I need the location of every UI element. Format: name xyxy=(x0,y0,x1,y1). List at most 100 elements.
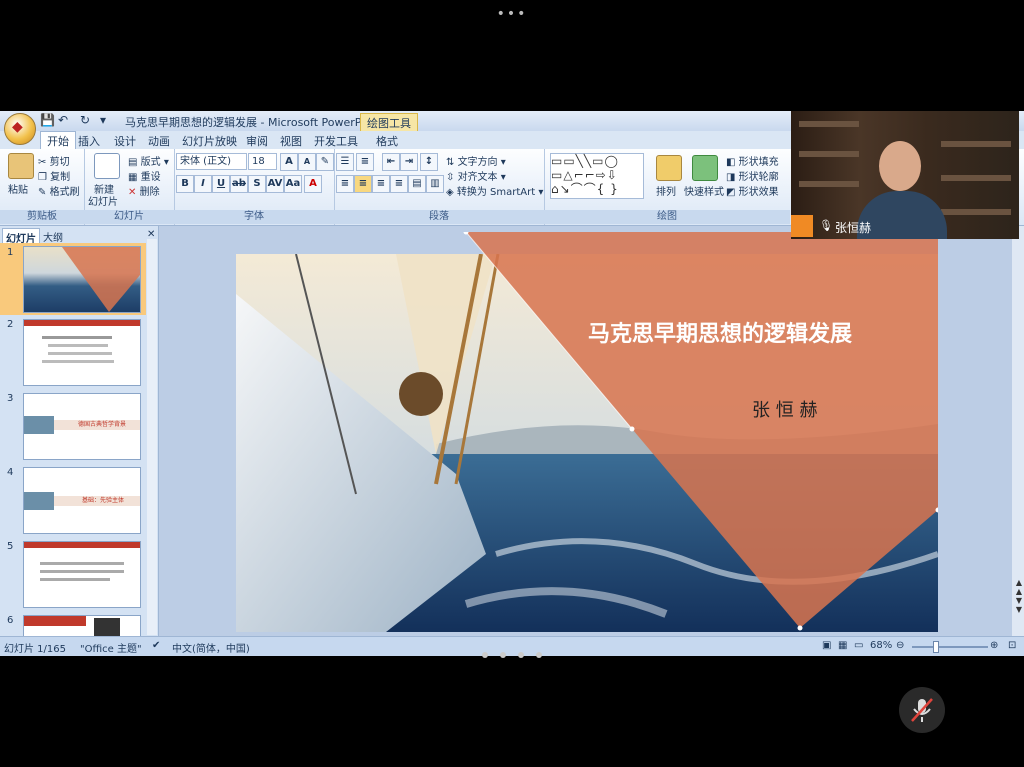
new-slide-icon[interactable] xyxy=(94,153,120,179)
thumb2-line xyxy=(48,352,112,355)
paragraph-group-label: 段落 xyxy=(334,210,544,224)
copy-icon: ❐ xyxy=(38,172,47,183)
shape-outline-label: 形状轮廓 xyxy=(738,172,779,183)
slide-thumbnail-4[interactable]: 基础：先验主体 xyxy=(23,467,141,534)
tab-format[interactable]: 格式 xyxy=(376,133,398,149)
change-case-icon[interactable]: Aa xyxy=(284,175,302,193)
slide-title[interactable]: 马克思早期思想的逻辑发展 xyxy=(588,316,852,348)
decrease-indent-icon[interactable]: ⇤ xyxy=(382,153,400,171)
tab-design[interactable]: 设计 xyxy=(114,133,136,149)
thumb5-line xyxy=(40,562,124,565)
reset-label: 重设 xyxy=(140,172,161,183)
align-text-button[interactable]: ⇳ 对齐文本 ▾ xyxy=(446,168,506,183)
new-slide-button-line2[interactable]: 幻灯片 xyxy=(88,193,118,208)
smartart-button[interactable]: ◈ 转换为 SmartArt ▾ xyxy=(446,183,543,198)
redo-icon[interactable]: ↻ xyxy=(80,113,90,127)
font-size-select[interactable]: 18 xyxy=(248,153,277,170)
slide-thumbnail-2[interactable] xyxy=(23,319,141,386)
save-icon[interactable]: 💾 xyxy=(40,113,55,127)
more-options-dots[interactable]: ••• xyxy=(0,6,1024,22)
slide-author[interactable]: 张 恒 赫 xyxy=(752,396,817,422)
avatar-icon xyxy=(791,215,813,237)
tab-insert[interactable]: 插入 xyxy=(78,133,100,149)
slide-thumbnail-5[interactable] xyxy=(23,541,141,608)
quick-styles-icon[interactable] xyxy=(692,155,718,181)
prev-next-slide-icon[interactable]: ▲ ▲ ▼ ▼ xyxy=(1016,578,1022,614)
font-name-select[interactable]: 宋体 (正文) xyxy=(176,153,247,170)
office-button[interactable]: ◆ xyxy=(4,113,36,145)
shape-fill-button[interactable]: ◧ 形状填充 xyxy=(726,153,779,168)
slides-panel: 幻灯片 大纲 ✕ 1 2 3 德国古典哲学背景 4 基础：先验主体 5 6 xyxy=(0,226,159,637)
italic-icon[interactable]: I xyxy=(194,175,212,193)
panel-scrollbar[interactable] xyxy=(147,239,157,635)
bullets-icon[interactable]: ☰ xyxy=(336,153,354,171)
tab-animation[interactable]: 动画 xyxy=(148,133,170,149)
thumb1-triangle xyxy=(62,247,140,312)
selection-handle[interactable] xyxy=(797,625,803,631)
grow-font-icon[interactable]: A xyxy=(280,153,298,171)
slides-group: 新建 幻灯片 ▤ 版式 ▾ ▦ 重设 ✕ 删除 幻灯片 xyxy=(84,149,175,225)
shelf xyxy=(941,175,1011,181)
cut-button[interactable]: ✂ 剪切 xyxy=(38,153,70,168)
arrange-icon[interactable] xyxy=(656,155,682,181)
page-dot[interactable] xyxy=(536,652,542,658)
paste-button[interactable]: 粘贴 xyxy=(8,181,28,196)
clear-format-icon[interactable]: ✎ xyxy=(316,153,334,171)
vertical-scrollbar[interactable] xyxy=(1012,226,1024,636)
shadow-icon[interactable]: S xyxy=(248,175,266,193)
font-group: 宋体 (正文) 18 A A ✎ B I U ab S AV Aa A 字体 xyxy=(174,149,335,225)
line-spacing-icon[interactable]: ↕ xyxy=(420,153,438,171)
arrange-button[interactable]: 排列 xyxy=(656,183,676,198)
reset-button[interactable]: ▦ 重设 xyxy=(128,168,161,183)
slide-thumbnail-1[interactable] xyxy=(23,246,141,313)
justify-icon[interactable]: ≡ xyxy=(390,175,408,193)
shelf xyxy=(799,151,859,157)
layout-button[interactable]: ▤ 版式 ▾ xyxy=(128,153,169,168)
delete-slide-button[interactable]: ✕ 删除 xyxy=(128,183,160,198)
mic-muted-icon xyxy=(911,698,933,722)
shape-outline-button[interactable]: ◨ 形状轮廓 xyxy=(726,168,779,183)
shrink-font-icon[interactable]: A xyxy=(298,153,316,171)
shelf xyxy=(941,141,1011,147)
slide-thumbnail-3[interactable]: 德国古典哲学背景 xyxy=(23,393,141,460)
page-dot[interactable] xyxy=(500,652,506,658)
thumb2-line xyxy=(42,336,112,339)
customize-qat-icon[interactable]: ▾ xyxy=(100,113,106,127)
align-center-icon[interactable]: ≡ xyxy=(354,175,372,193)
person-face xyxy=(879,141,921,191)
font-color-icon[interactable]: A xyxy=(304,175,322,193)
tab-view[interactable]: 视图 xyxy=(280,133,302,149)
format-painter-button[interactable]: ✎ 格式刷 xyxy=(38,183,80,198)
page-dot[interactable] xyxy=(482,652,488,658)
mute-button[interactable] xyxy=(899,687,945,733)
bold-icon[interactable]: B xyxy=(176,175,194,193)
strikethrough-icon[interactable]: ab xyxy=(230,175,248,193)
quick-styles-button[interactable]: 快速样式 xyxy=(684,183,724,198)
numbering-icon[interactable]: ≡ xyxy=(356,153,374,171)
page-dot[interactable] xyxy=(518,652,524,658)
shelf xyxy=(799,181,859,187)
title-shape[interactable] xyxy=(236,232,938,632)
shape-effects-button[interactable]: ◩ 形状效果 xyxy=(726,183,779,198)
shape-fill-label: 形状填充 xyxy=(738,157,779,168)
slide-thumbnail-6[interactable] xyxy=(23,615,141,637)
shapes-gallery[interactable]: ▭▭╲╲▭◯ ▭△⌐⌐⇨⇩ ⌂↘⌒⌒{ } xyxy=(550,153,644,199)
distribute-icon[interactable]: ▤ xyxy=(408,175,426,193)
paste-icon[interactable] xyxy=(8,153,34,179)
text-direction-button[interactable]: ⇅ 文字方向 ▾ xyxy=(446,153,506,168)
slides-group-label: 幻灯片 xyxy=(84,210,174,224)
brush-icon: ✎ xyxy=(38,187,47,198)
selection-handle[interactable] xyxy=(629,426,635,432)
copy-button[interactable]: ❐ 复制 xyxy=(38,168,70,183)
char-spacing-icon[interactable]: AV xyxy=(266,175,284,193)
align-left-icon[interactable]: ≡ xyxy=(336,175,354,193)
tab-slideshow[interactable]: 幻灯片放映 xyxy=(182,133,237,149)
underline-icon[interactable]: U xyxy=(212,175,230,193)
tab-review[interactable]: 审阅 xyxy=(246,133,268,149)
undo-icon[interactable]: ↶ xyxy=(58,113,68,127)
increase-indent-icon[interactable]: ⇥ xyxy=(400,153,418,171)
columns-icon[interactable]: ▥ xyxy=(426,175,444,193)
tab-home[interactable]: 开始 xyxy=(40,131,76,150)
tab-developer[interactable]: 开发工具 xyxy=(314,133,358,149)
align-right-icon[interactable]: ≡ xyxy=(372,175,390,193)
